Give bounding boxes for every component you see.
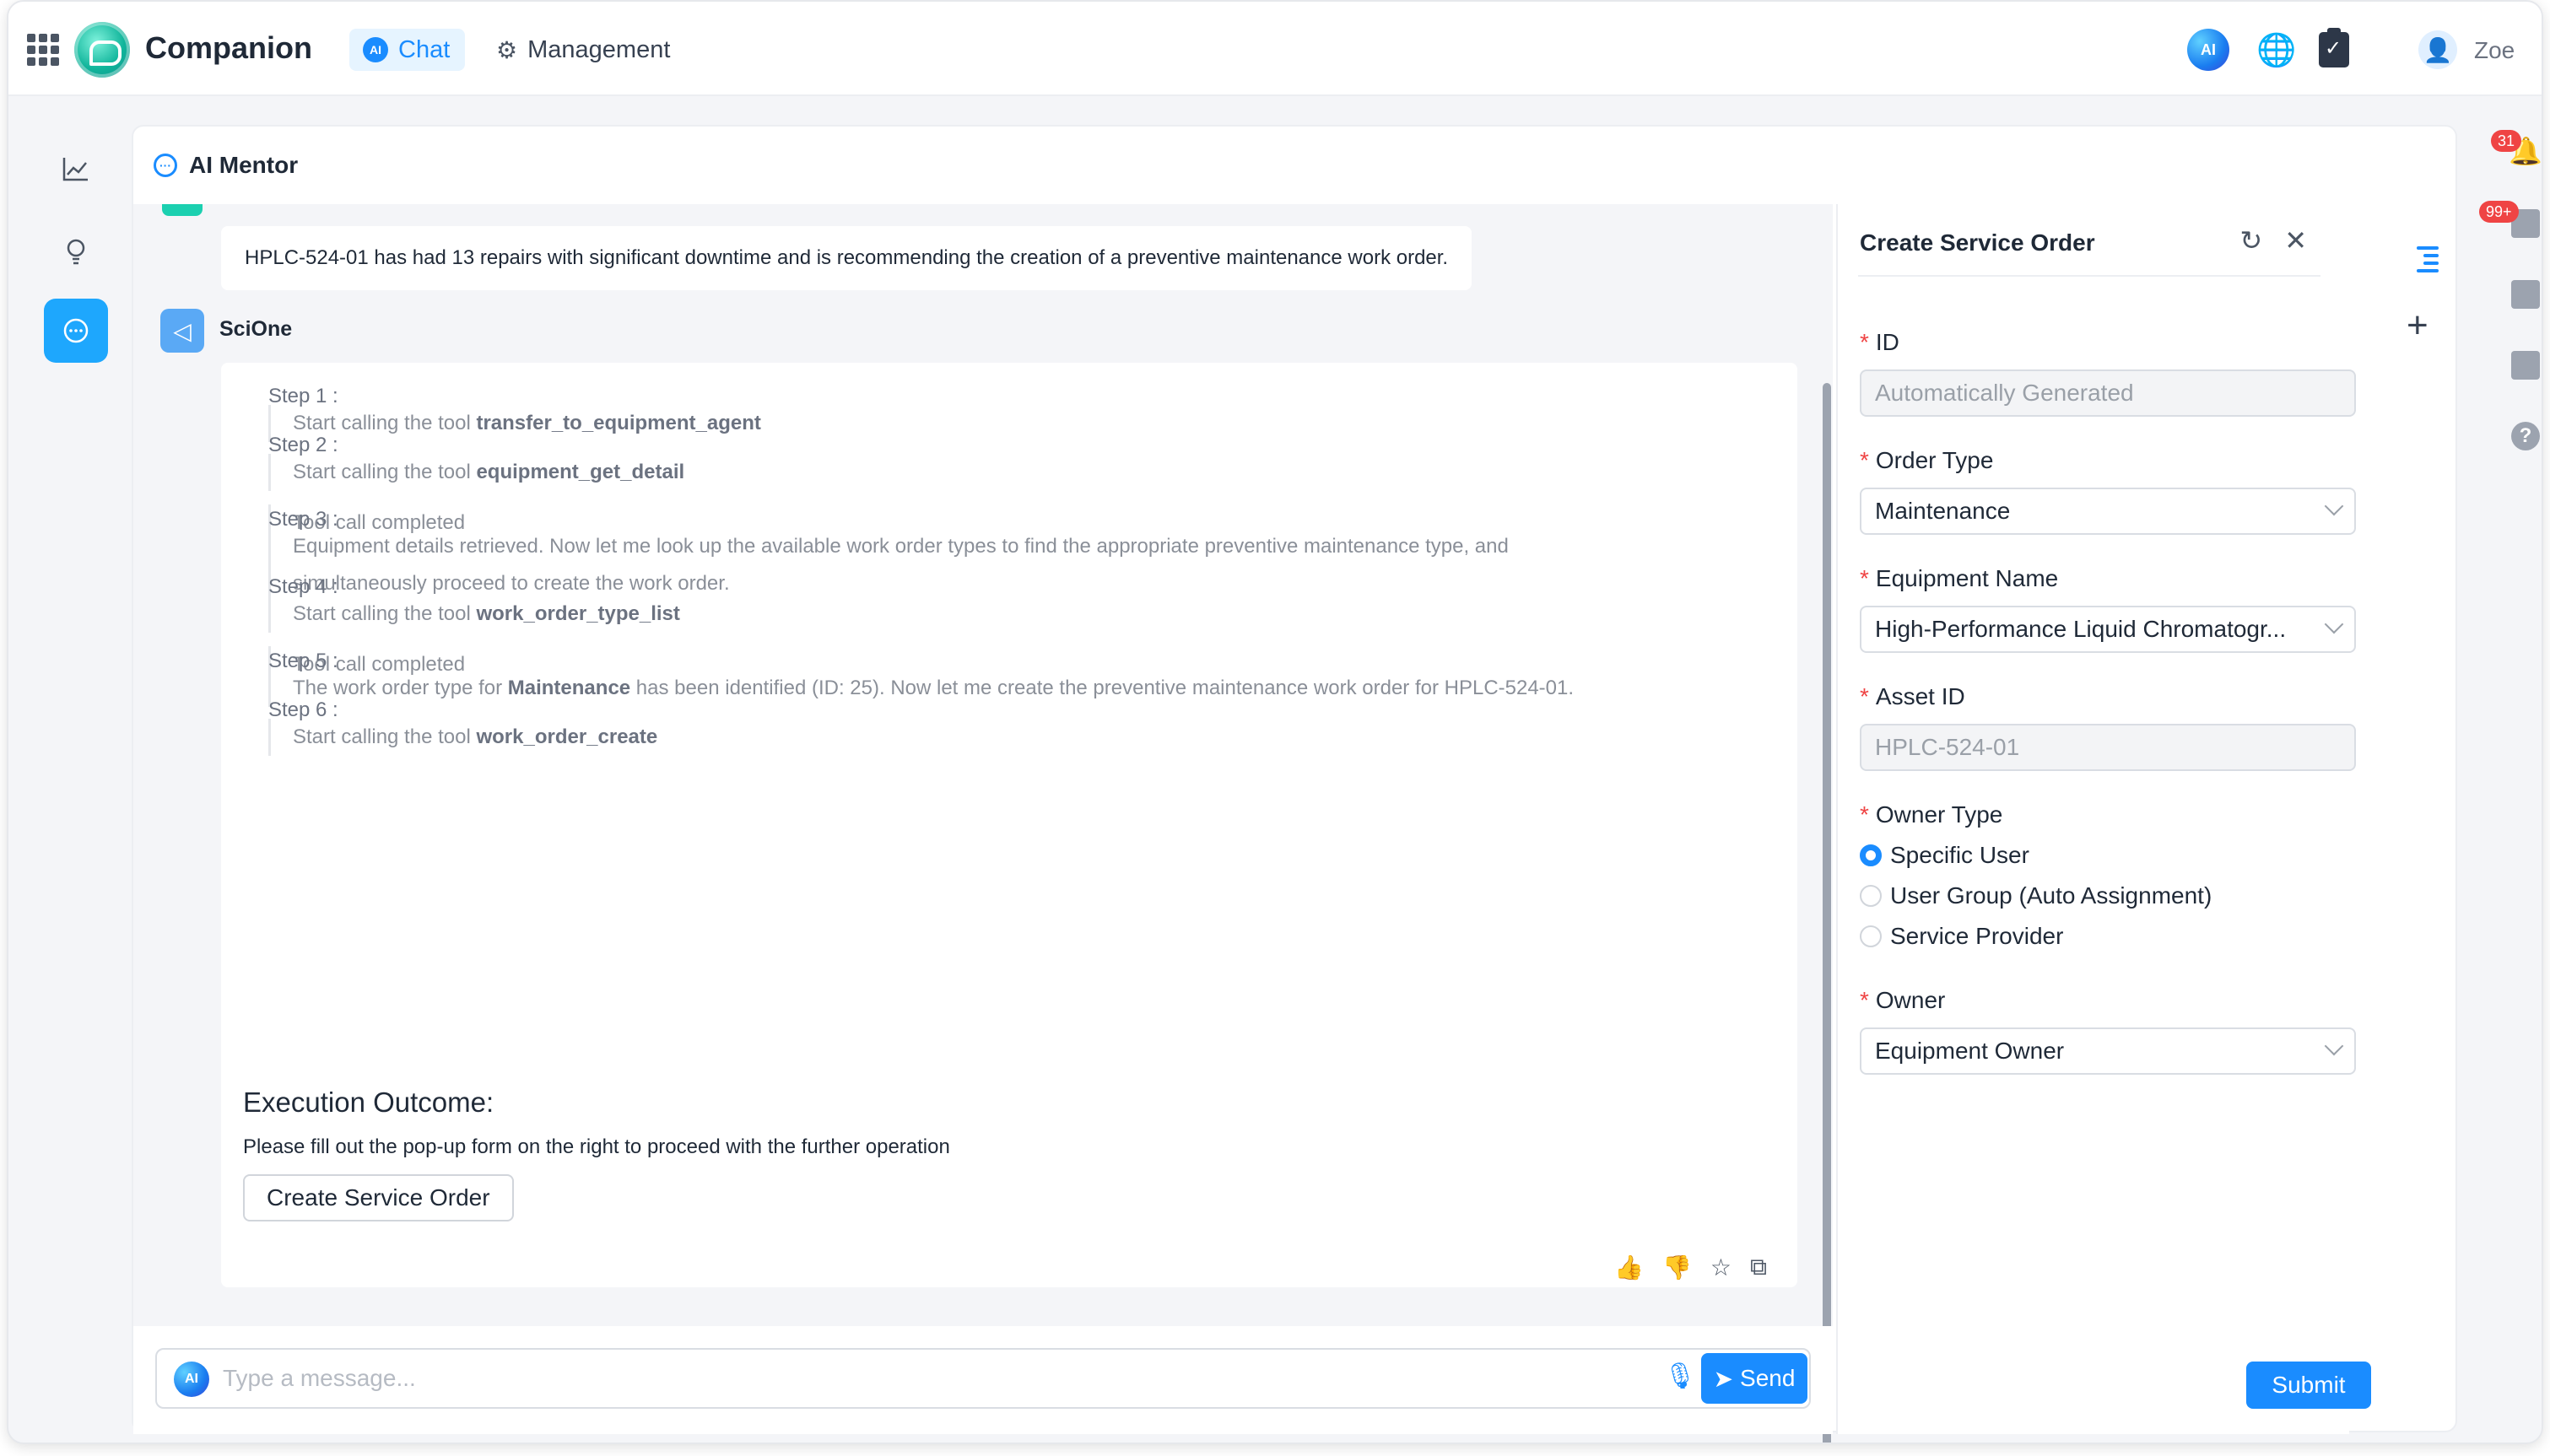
form-title: Create Service Order [1860, 229, 2095, 256]
ai-assistant-icon[interactable]: AI [2187, 29, 2229, 71]
step-line: Start calling the tool work_order_create [268, 719, 657, 756]
owner-type-radio-specific-user[interactable]: Specific User [1860, 842, 2029, 869]
radio-icon [1860, 925, 1882, 947]
feedback-actions: 👍 👎 ☆ ⧉ [1614, 1254, 1767, 1281]
thumbs-up-icon[interactable]: 👍 [1614, 1254, 1644, 1281]
form-divider [1858, 275, 2320, 277]
message-input-row: AI 🎙 ➤ Send [133, 1326, 1833, 1434]
radio-icon [1860, 885, 1882, 907]
create-service-order-form: Create Service Order ↻ ✕ * ID Automatical… [1836, 204, 2371, 1434]
send-button[interactable]: ➤ Send [1701, 1353, 1807, 1404]
step-line: Start calling the tool work_order_type_l… [268, 596, 680, 633]
ai-mentor-header: ··· AI Mentor [133, 127, 2455, 204]
help-icon[interactable]: ? [2511, 422, 2540, 450]
chat-scrollbar[interactable] [1823, 383, 1831, 1443]
submit-button[interactable]: Submit [2246, 1362, 2371, 1409]
order-type-label: * Order Type [1860, 447, 1994, 473]
task-badge: 99+ [2479, 201, 2519, 223]
equipment-name-select[interactable]: High-Performance Liquid Chromatogr... [1860, 606, 2356, 653]
owner-type-radio-service-provider[interactable]: Service Provider [1860, 923, 2063, 950]
chevron-down-icon [2324, 1036, 2344, 1056]
app-window: Companion AI Chat ⚙ Management AI 🌐 👤 Zo… [7, 0, 2543, 1444]
owner-type-label: * Owner Type [1860, 801, 2003, 828]
chat-area[interactable]: HPLC-524-01 has had 13 repairs with sign… [133, 204, 1833, 1326]
top-bar: Companion AI Chat ⚙ Management AI 🌐 👤 Zo… [8, 2, 2542, 96]
ai-mentor-title: AI Mentor [189, 152, 299, 178]
owner-select[interactable]: Equipment Owner [1860, 1027, 2356, 1075]
step-line: Start calling the tool transfer_to_equip… [268, 405, 761, 442]
radio-selected-icon [1860, 844, 1882, 866]
chevron-down-icon [2324, 614, 2344, 634]
plus-icon[interactable]: + [2407, 307, 2428, 344]
analytics-chart-icon[interactable] [44, 137, 108, 201]
assistant-response: Step 1 : Start calling the tool transfer… [221, 363, 1797, 1287]
user-avatar-icon[interactable]: 👤 [2418, 30, 2457, 69]
main-panel: ··· AI Mentor HPLC-524-01 has had 13 rep… [132, 125, 2457, 1443]
language-globe-icon[interactable]: 🌐 [2256, 32, 2296, 69]
chevron-down-icon [2324, 496, 2344, 516]
nav-management-label: Management [527, 35, 671, 63]
companion-logo [74, 22, 130, 78]
id-label: * ID [1860, 329, 1899, 355]
refresh-icon[interactable]: ↻ [2239, 224, 2262, 256]
clipboard-icon[interactable] [2511, 280, 2540, 309]
sciOne-avatar-icon: ◁ [160, 309, 204, 353]
screen-icon[interactable] [2511, 351, 2540, 380]
microphone-icon[interactable]: 🎙 [1664, 1362, 1696, 1391]
clipboard-check-icon[interactable] [2319, 28, 2349, 67]
copy-icon[interactable]: ⧉ [1750, 1254, 1767, 1281]
owner-label: * Owner [1860, 987, 1946, 1013]
asset-id-label: * Asset ID [1860, 683, 1965, 709]
outcome-title: Execution Outcome: [243, 1087, 494, 1118]
owner-type-radio-user-group[interactable]: User Group (Auto Assignment) [1860, 882, 2212, 909]
app-grid-icon[interactable] [27, 34, 59, 66]
user-message: HPLC-524-01 has had 13 repairs with sign… [221, 226, 1472, 290]
lightbulb-icon[interactable] [44, 219, 108, 283]
step-line: Start calling the tool equipment_get_det… [268, 454, 684, 491]
close-icon[interactable]: ✕ [2284, 224, 2307, 256]
chat-bubble-icon [63, 318, 89, 343]
form-actions: ↻ ✕ [2239, 224, 2307, 256]
id-field: Automatically Generated [1860, 369, 2356, 417]
ai-input-icon[interactable]: AI [174, 1362, 209, 1397]
nav-chat-tab[interactable]: AI Chat [349, 29, 466, 71]
list-indent-icon[interactable] [2405, 245, 2440, 273]
send-label: Send [1740, 1365, 1796, 1391]
notification-badge: 31 [2491, 130, 2522, 152]
thumbs-down-icon[interactable]: 👎 [1662, 1254, 1692, 1281]
message-input[interactable] [223, 1356, 1640, 1400]
app-name: Companion [145, 30, 312, 65]
nav-management-tab[interactable]: ⚙ Management [496, 29, 670, 71]
chat-rail-button[interactable] [44, 299, 108, 363]
gear-icon: ⚙ [496, 36, 518, 63]
nav-chat-label: Chat [398, 35, 451, 63]
user-avatar [162, 204, 203, 216]
message-input-box: AI 🎙 ➤ Send [155, 1348, 1811, 1409]
outcome-text: Please fill out the pop-up form on the r… [243, 1135, 950, 1158]
chat-bubble-icon: ··· [154, 154, 177, 177]
order-type-select[interactable]: Maintenance [1860, 488, 2356, 535]
ai-chat-icon: AI [363, 37, 388, 62]
star-icon[interactable]: ☆ [1710, 1254, 1732, 1281]
equipment-name-label: * Equipment Name [1860, 565, 2059, 591]
create-service-order-button[interactable]: Create Service Order [243, 1174, 514, 1221]
assistant-name: SciOne [219, 317, 293, 341]
asset-id-field: HPLC-524-01 [1860, 724, 2356, 771]
step-line: The work order type for Maintenance has … [268, 670, 1574, 707]
user-name[interactable]: Zoe [2474, 37, 2515, 64]
send-arrow-icon: ➤ [1713, 1365, 1734, 1392]
step-line: Equipment details retrieved. Now let me … [268, 528, 1509, 602]
